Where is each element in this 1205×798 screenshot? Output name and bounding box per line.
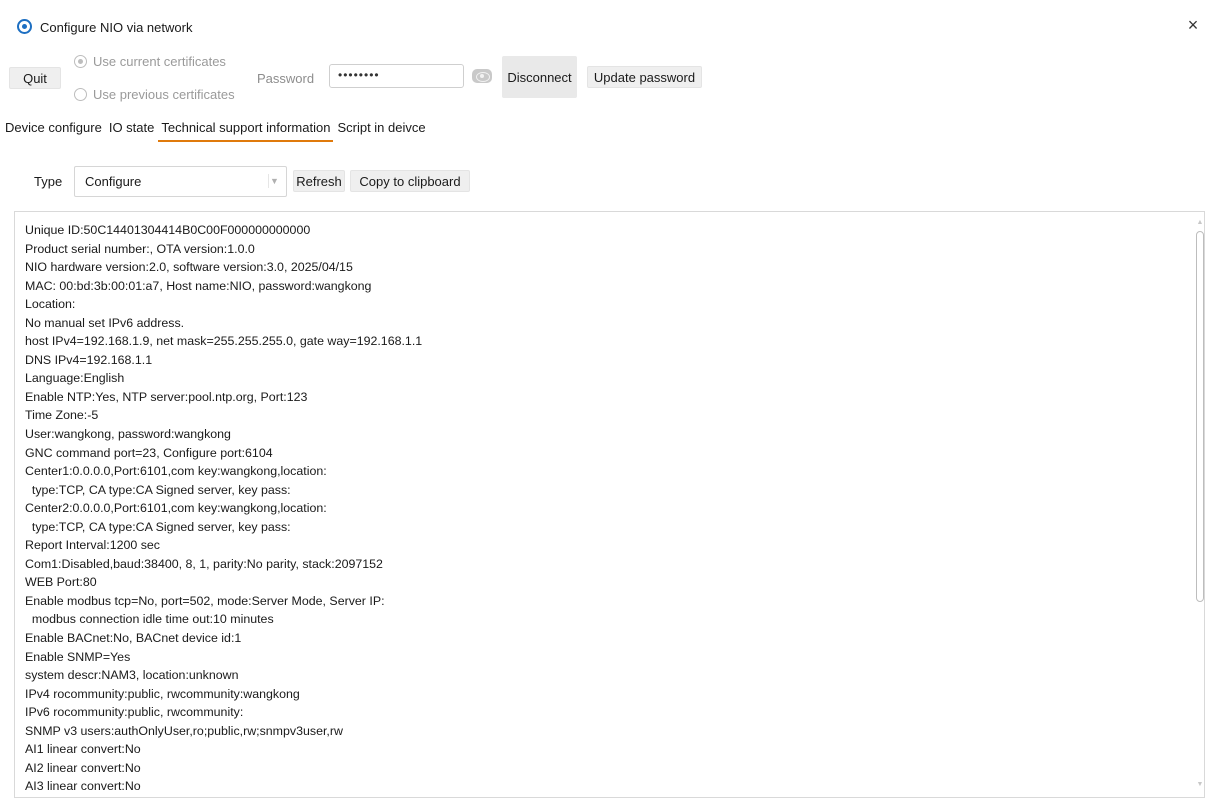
info-lines: Unique ID:50C14401304414B0C00F0000000000… xyxy=(25,221,1185,796)
info-line: MAC: 00:bd:3b:00:01:a7, Host name:NIO, p… xyxy=(25,278,372,293)
window-title: Configure NIO via network xyxy=(40,20,193,35)
quit-button[interactable]: Quit xyxy=(9,67,61,89)
info-line: modbus connection idle time out:10 minut… xyxy=(25,612,274,627)
info-line: AI2 linear convert:No xyxy=(25,760,141,775)
type-label: Type xyxy=(34,174,63,189)
info-line: Enable SNMP=Yes xyxy=(25,649,131,664)
info-line: AI3 linear convert:No xyxy=(25,779,141,794)
copy-to-clipboard-button[interactable]: Copy to clipboard xyxy=(350,170,470,192)
info-line: No manual set IPv6 address. xyxy=(25,315,185,330)
scroll-up-icon[interactable]: ▲ xyxy=(1196,219,1204,227)
technical-info-textarea[interactable]: Unique ID:50C14401304414B0C00F0000000000… xyxy=(14,211,1205,798)
refresh-button[interactable]: Refresh xyxy=(293,170,345,192)
tab-io-state[interactable]: IO state xyxy=(109,120,155,142)
info-line: Enable NTP:Yes, NTP server:pool.ntp.org,… xyxy=(25,389,308,404)
info-line: Language:English xyxy=(25,371,125,386)
info-line: User:wangkong, password:wangkong xyxy=(25,427,231,442)
info-line: GNC command port=23, Configure port:6104 xyxy=(25,445,273,460)
info-line: type:TCP, CA type:CA Signed server, key … xyxy=(25,519,291,534)
chevron-down-icon[interactable]: ▼ xyxy=(268,174,280,188)
type-select-value: Configure xyxy=(85,174,142,189)
gear-icon xyxy=(17,19,32,34)
close-icon[interactable]: × xyxy=(1183,15,1203,35)
info-line: host IPv4=192.168.1.9, net mask=255.255.… xyxy=(25,334,423,349)
tab-bar: Device configure IO state Technical supp… xyxy=(5,120,433,142)
info-line: Enable modbus tcp=No, port=502, mode:Ser… xyxy=(25,593,385,608)
info-line: Center2:0.0.0.0,Port:6101,com key:wangko… xyxy=(25,501,327,516)
info-line: Com1:Disabled,baud:38400, 8, 1, parity:N… xyxy=(25,556,383,571)
info-line: IPv4 rocommunity:public, rwcommunity:wan… xyxy=(25,686,300,701)
radio-unselected-icon[interactable] xyxy=(74,88,87,101)
use-previous-certificates-label: Use previous certificates xyxy=(93,87,235,102)
scroll-thumb[interactable] xyxy=(1196,231,1204,602)
tab-script-in-device[interactable]: Script in deivce xyxy=(337,120,425,142)
update-password-button[interactable]: Update password xyxy=(587,66,702,88)
info-line: Center1:0.0.0.0,Port:6101,com key:wangko… xyxy=(25,464,327,479)
scroll-down-icon[interactable]: ▼ xyxy=(1196,781,1204,789)
info-line: SNMP v3 users:authOnlyUser,ro;public,rw;… xyxy=(25,723,343,738)
info-line: IPv6 rocommunity:public, rwcommunity: xyxy=(25,705,244,720)
info-line: DNS IPv4=192.168.1.1 xyxy=(25,352,153,367)
vertical-scrollbar[interactable]: ▲ ▼ xyxy=(1195,211,1205,798)
password-label: Password xyxy=(257,71,315,86)
eye-icon[interactable] xyxy=(472,69,492,83)
use-current-certificates-label: Use current certificates xyxy=(93,54,226,69)
use-current-certificates-radio[interactable]: Use current certificates xyxy=(74,54,226,69)
info-line: Report Interval:1200 sec xyxy=(25,538,160,553)
info-line: AI1 linear convert:No xyxy=(25,742,141,757)
info-line: Time Zone:-5 xyxy=(25,408,99,423)
radio-selected-icon[interactable] xyxy=(74,55,87,68)
password-field[interactable]: •••••••• xyxy=(329,64,464,88)
info-line: Product serial number:, OTA version:1.0.… xyxy=(25,241,255,256)
use-previous-certificates-radio[interactable]: Use previous certificates xyxy=(74,87,235,102)
info-line: Unique ID:50C14401304414B0C00F0000000000… xyxy=(25,223,311,237)
type-select[interactable]: Configure ▼ xyxy=(74,166,287,197)
title-bar: Configure NIO via network × xyxy=(0,0,1205,44)
info-line: WEB Port:80 xyxy=(25,575,97,590)
tab-device-configure[interactable]: Device configure xyxy=(5,120,102,142)
info-line: type:TCP, CA type:CA Signed server, key … xyxy=(25,482,291,497)
info-line: Location: xyxy=(25,297,76,312)
info-line: system descr:NAM3, location:unknown xyxy=(25,668,239,683)
info-line: Enable BACnet:No, BACnet device id:1 xyxy=(25,631,242,646)
disconnect-button[interactable]: Disconnect xyxy=(502,56,577,98)
info-line: NIO hardware version:2.0, software versi… xyxy=(25,260,353,275)
tab-technical-support-information[interactable]: Technical support information xyxy=(158,120,334,142)
